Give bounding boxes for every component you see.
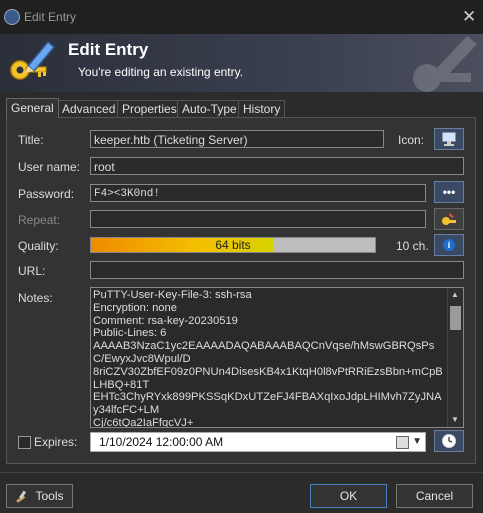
tab-advanced[interactable]: Advanced <box>57 100 121 118</box>
close-icon[interactable]: ✕ <box>462 7 476 27</box>
computer-icon <box>442 132 456 146</box>
expires-checkbox[interactable] <box>18 436 31 449</box>
scroll-thumb[interactable] <box>450 306 461 330</box>
password-generator-icon <box>442 213 456 225</box>
title-bar: Edit Entry ✕ <box>0 0 483 34</box>
calendar-icon[interactable] <box>396 436 409 449</box>
url-label: URL: <box>18 264 46 278</box>
notes-text: PuTTY-User-Key-File-3: ssh-rsa Encryptio… <box>93 289 443 428</box>
quality-bits-text: 64 bits <box>215 238 251 252</box>
icon-picker-button[interactable] <box>434 128 464 150</box>
icon-label: Icon: <box>398 133 425 147</box>
quality-label: Quality: <box>18 239 59 253</box>
banner-title: Edit Entry <box>68 40 149 59</box>
chevron-down-icon[interactable]: ▼ <box>412 433 422 451</box>
repeat-label: Repeat: <box>18 213 61 227</box>
username-field[interactable]: root <box>90 157 464 175</box>
tab-properties[interactable]: Properties <box>117 100 182 118</box>
tools-button[interactable]: Tools <box>6 484 73 508</box>
expires-date-value: 1/10/2024 12:00:00 AM <box>99 435 224 449</box>
notes-label: Notes: <box>18 291 53 305</box>
password-generator-button[interactable] <box>434 208 464 230</box>
edit-key-pen-icon <box>10 40 56 80</box>
tab-history[interactable]: History <box>238 100 286 118</box>
password-field[interactable]: F4><3K0nd! <box>90 184 426 202</box>
ok-button[interactable]: OK <box>310 484 387 508</box>
title-label: Title: <box>18 133 44 147</box>
window-title: Edit Entry <box>24 10 77 24</box>
tab-general[interactable]: General <box>6 98 59 118</box>
expires-label: Expires: <box>34 435 78 449</box>
keepass-lock-icon <box>4 9 20 25</box>
expires-date-picker[interactable]: 1/10/2024 12:00:00 AM ▼ <box>90 432 426 452</box>
tools-button-label: Tools <box>35 489 64 503</box>
notes-scrollbar[interactable]: ▲ ▼ <box>447 288 463 427</box>
header-banner: Edit Entry You're editing an existing en… <box>0 34 483 92</box>
expiry-clock-icon <box>442 434 456 448</box>
repeat-password-field[interactable] <box>90 210 426 228</box>
quality-char-count: 10 ch. <box>396 239 429 253</box>
banner-subtitle: You're editing an existing entry. <box>78 65 244 79</box>
password-label: Password: <box>18 187 75 201</box>
notes-field[interactable]: PuTTY-User-Key-File-3: ssh-rsa Encryptio… <box>90 287 464 428</box>
tools-icon <box>16 490 27 503</box>
url-field[interactable] <box>90 261 464 279</box>
title-field[interactable]: keeper.htb (Ticketing Server) <box>90 130 384 148</box>
expiry-presets-button[interactable] <box>434 430 464 452</box>
scroll-up-icon[interactable]: ▲ <box>451 290 459 299</box>
username-label: User name: <box>18 160 81 174</box>
watermark-key-icon <box>413 36 477 92</box>
quality-info-button[interactable]: i <box>434 234 464 256</box>
cancel-button[interactable]: Cancel <box>396 484 473 508</box>
footer-divider <box>0 472 483 473</box>
scroll-down-icon[interactable]: ▼ <box>451 415 459 424</box>
tab-auto-type[interactable]: Auto-Type <box>177 100 242 118</box>
info-icon: i <box>443 239 455 251</box>
reveal-password-icon[interactable]: ••• <box>434 181 464 203</box>
quality-meter: 64 bits <box>90 237 376 253</box>
